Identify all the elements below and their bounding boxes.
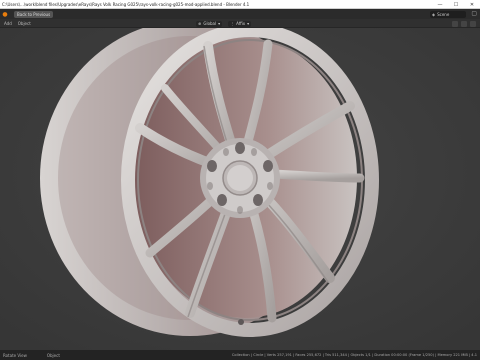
- object-menu[interactable]: Object: [18, 21, 31, 26]
- minimize-button[interactable]: —: [432, 0, 448, 9]
- add-menu[interactable]: Add: [4, 21, 12, 26]
- snap-dropdown[interactable]: ⋮ Affix ▾: [228, 20, 252, 27]
- snap-icon: ⋮: [230, 21, 235, 26]
- scene-icon: ◈: [432, 11, 436, 17]
- 3d-viewport[interactable]: [0, 28, 480, 350]
- window-title: C:\Users\...\work\blend files\Upgrades\e…: [2, 1, 250, 7]
- wireframe-shading-button[interactable]: [452, 20, 458, 27]
- scene-selector[interactable]: ◈ Scene: [430, 10, 466, 18]
- snap-label: Affix: [236, 21, 246, 26]
- status-stats: Collection | Circle | Verts 257,191 | Fa…: [231, 353, 477, 357]
- viewport-header: Add Object ⊕ Global ▾ ⋮ Affix ▾: [0, 19, 480, 28]
- solid-shading-button[interactable]: [461, 20, 467, 27]
- chevron-down-icon: ▾: [247, 21, 250, 26]
- top-bar: ● Back to Previous ◈ Scene ▢: [0, 9, 480, 19]
- orientation-icon: ⊕: [198, 21, 202, 26]
- status-bar: Rotate View Object Collection | Circle |…: [0, 350, 480, 360]
- window-titlebar: C:\Users\...\work\blend files\Upgrades\e…: [0, 0, 480, 9]
- status-left-label: Rotate View: [3, 352, 27, 358]
- header-center-tools: ⊕ Global ▾ ⋮ Affix ▾: [196, 20, 252, 27]
- close-button[interactable]: ✕: [464, 0, 480, 9]
- orientation-label: Global: [203, 21, 217, 26]
- back-to-previous-button[interactable]: Back to Previous: [14, 10, 54, 18]
- chevron-down-icon: ▾: [218, 21, 221, 26]
- scene-label: Scene: [437, 11, 450, 17]
- valve-stem: [238, 319, 244, 325]
- shading-buttons: [452, 20, 476, 27]
- wheel-render: [0, 28, 480, 350]
- window-controls: — ☐ ✕: [432, 0, 480, 9]
- transform-orientation-dropdown[interactable]: ⊕ Global ▾: [196, 20, 223, 27]
- maximize-button[interactable]: ☐: [448, 0, 464, 9]
- material-shading-button[interactable]: [470, 20, 476, 27]
- scene-close-icon[interactable]: ▢: [471, 10, 477, 17]
- back-to-previous-label: Back to Previous: [17, 11, 51, 17]
- blender-logo-icon[interactable]: ●: [0, 9, 10, 19]
- status-object-label: Object: [46, 352, 60, 358]
